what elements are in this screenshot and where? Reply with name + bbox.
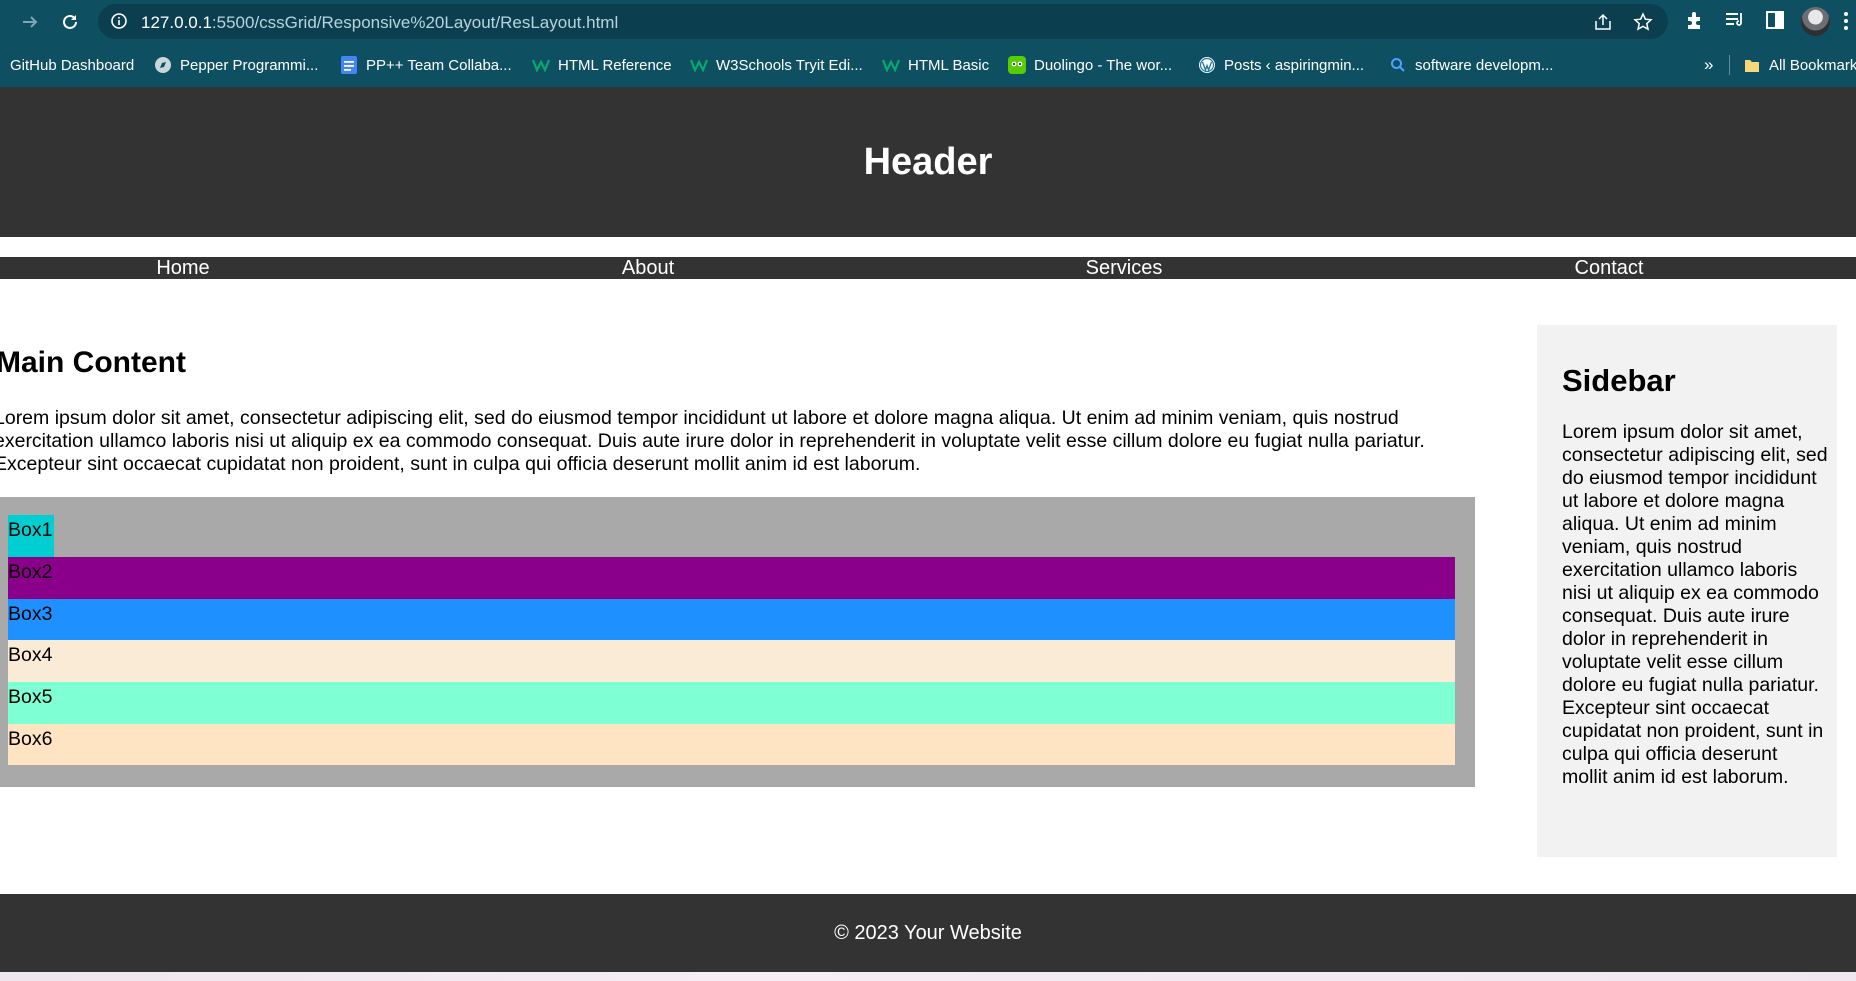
bookmark-label: W3Schools Tryit Edi... — [716, 56, 863, 74]
nav-link-services[interactable]: Services — [1086, 257, 1163, 279]
footer-text: © 2023 Your Website — [834, 921, 1022, 944]
star-icon[interactable] — [1633, 12, 1653, 32]
docs-icon — [340, 56, 358, 74]
arrow-right-icon — [23, 16, 38, 28]
bookmark-duolingo[interactable]: Duolingo - The wor... — [1008, 43, 1172, 87]
bookmarks-bar: GitHub Dashboard Pepper Programmi... PP+… — [0, 43, 1856, 87]
site-header: Header — [0, 87, 1856, 237]
nav-link-about[interactable]: About — [622, 257, 674, 279]
bookmark-label: GitHub Dashboard — [10, 56, 135, 74]
url-path: :5500/cssGrid/Responsive%20Layout/ResLay… — [211, 13, 619, 32]
site-nav: Home About Services Contact — [0, 257, 1856, 279]
reload-button[interactable] — [56, 8, 84, 36]
bookmark-label: Pepper Programmi... — [180, 56, 319, 74]
wordpress-icon — [1198, 56, 1216, 74]
all-bookmarks-folder[interactable]: All Bookmarks — [1743, 43, 1856, 87]
taskbar-edge — [0, 972, 1856, 981]
search-icon — [1389, 56, 1407, 74]
site-footer: © 2023 Your Website — [0, 894, 1856, 972]
box-3: Box3 — [8, 599, 1455, 640]
w3-icon — [690, 56, 708, 74]
box-2: Box2 — [8, 557, 1455, 599]
bookmark-github-dashboard[interactable]: GitHub Dashboard — [10, 43, 134, 87]
bookmark-label: HTML Reference — [558, 56, 672, 74]
bookmark-label: PP++ Team Collaba... — [366, 56, 512, 74]
forward-button[interactable] — [16, 8, 44, 36]
profile-avatar[interactable] — [1801, 7, 1830, 36]
bookmark-label: All Bookmarks — [1769, 56, 1856, 74]
bookmark-w3schools-tryit[interactable]: W3Schools Tryit Edi... — [690, 43, 863, 87]
bookmark-pepper-programming[interactable]: Pepper Programmi... — [154, 43, 318, 87]
browser-toolbar: 127.0.0.1:5500/cssGrid/Responsive%20Layo… — [0, 0, 1856, 43]
share-icon[interactable] — [1593, 12, 1613, 32]
url-text[interactable]: 127.0.0.1:5500/cssGrid/Responsive%20Layo… — [141, 13, 618, 33]
bookmark-software-development[interactable]: software developm... — [1389, 43, 1553, 87]
page-viewport: Header Home About Services Contact Main … — [0, 87, 1856, 972]
main-content-title: Main Content — [0, 346, 186, 379]
bookmark-label: Duolingo - The wor... — [1034, 56, 1173, 74]
bookmark-html-reference[interactable]: HTML Reference — [532, 43, 672, 87]
bookmark-label: Posts ‹ aspiringmin... — [1224, 56, 1365, 74]
address-bar[interactable]: 127.0.0.1:5500/cssGrid/Responsive%20Layo… — [98, 4, 1668, 39]
sidebar-title: Sidebar — [1562, 363, 1676, 398]
box-4: Box4 — [8, 640, 1455, 682]
site-info-icon[interactable] — [110, 12, 128, 30]
box-1: Box1 — [8, 515, 54, 557]
box-grid: Box1 Box2 Box3 Box4 Box5 Box6 — [0, 497, 1475, 787]
reading-list-icon[interactable] — [1724, 9, 1746, 31]
sidebar: Sidebar Lorem ipsum dolor sit amet, cons… — [1537, 325, 1837, 857]
w3-icon — [882, 56, 900, 74]
extensions-icon[interactable] — [1684, 9, 1706, 31]
duolingo-icon — [1008, 56, 1026, 74]
sidebar-text: Lorem ipsum dolor sit amet, consectetur … — [1562, 421, 1828, 788]
nav-link-contact[interactable]: Contact — [1575, 257, 1644, 279]
nav-link-home[interactable]: Home — [156, 257, 209, 279]
compass-icon — [154, 56, 172, 74]
bookmarks-divider — [1729, 55, 1730, 75]
bookmark-label: software developm... — [1415, 56, 1554, 74]
reload-icon — [63, 14, 77, 29]
bookmark-label: HTML Basic — [908, 56, 990, 74]
more-menu-icon[interactable] — [1843, 10, 1849, 32]
overflow-chevron-icon: » — [1704, 55, 1714, 74]
side-panel-icon[interactable] — [1764, 9, 1786, 31]
header-title: Header — [863, 140, 993, 183]
bookmark-html-basic[interactable]: HTML Basic — [882, 43, 989, 87]
bookmarks-overflow-button[interactable]: » — [1704, 43, 1713, 87]
main-content-text: Lorem ipsum dolor sit amet, consectetur … — [0, 407, 1425, 475]
url-host: 127.0.0.1 — [141, 13, 212, 32]
folder-icon — [1743, 56, 1761, 74]
box-6: Box6 — [8, 724, 1455, 765]
bookmark-posts-aspiringmin[interactable]: Posts ‹ aspiringmin... — [1198, 43, 1364, 87]
bookmark-pp-team-collab[interactable]: PP++ Team Collaba... — [340, 43, 512, 87]
box-5: Box5 — [8, 682, 1455, 724]
w3-icon — [532, 56, 550, 74]
